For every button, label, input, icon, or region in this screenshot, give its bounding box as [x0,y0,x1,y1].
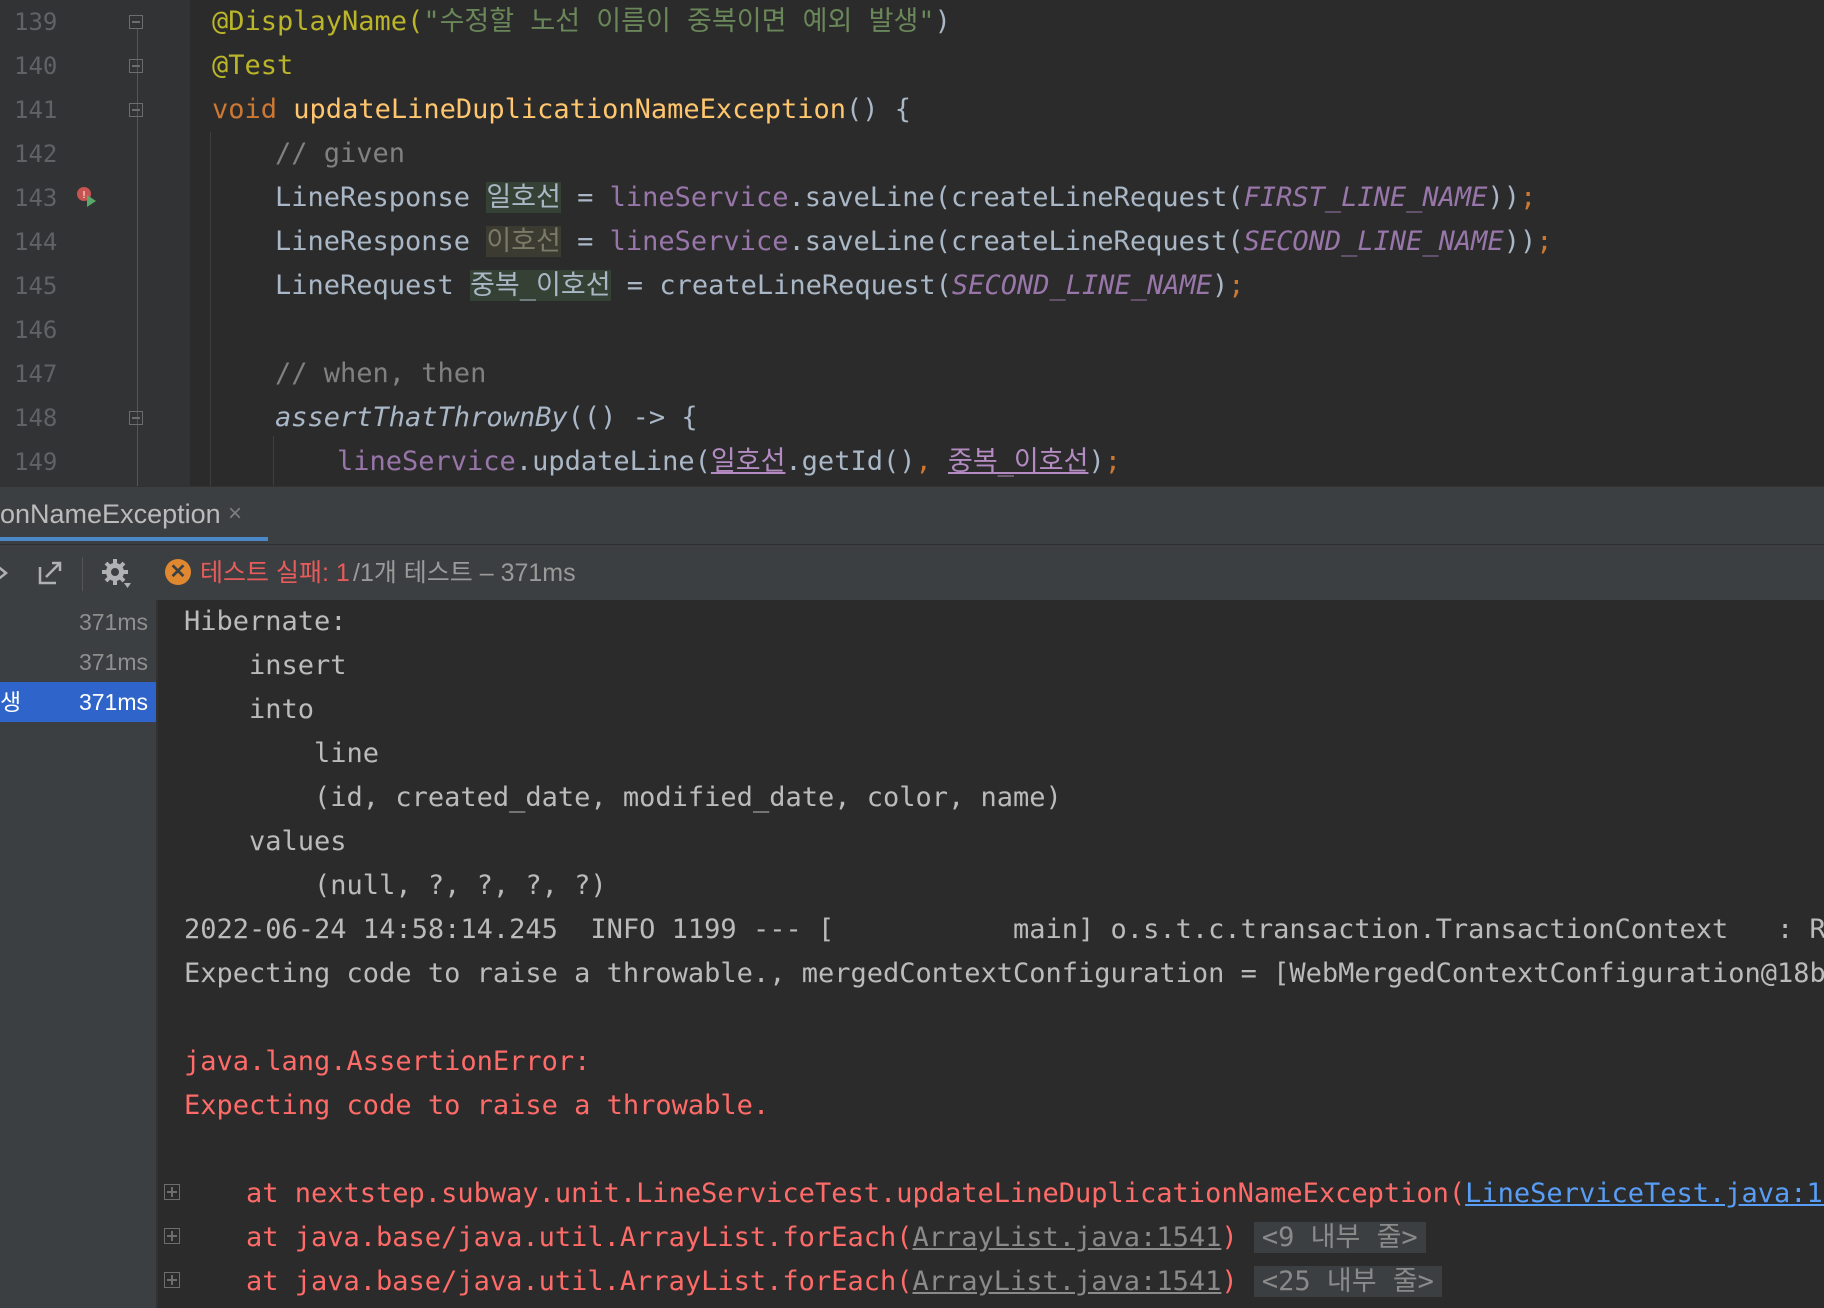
code-line: 147 // when, then [0,352,1824,396]
test-tree-item[interactable]: 371ms [0,602,156,642]
console-line: Hibernate: [184,606,347,637]
error-title: java.lang.AssertionError: [184,1046,607,1077]
expand-icon[interactable] [164,1184,180,1200]
source-link[interactable]: LineServiceTest.java:148 [1465,1178,1824,1209]
code-line: 140 @Test [0,44,1824,88]
line-number: 140 [14,52,58,80]
error-message: Expecting code to raise a throwable. [184,1090,770,1121]
console-line: insert [184,650,347,681]
line-number: 147 [14,360,58,388]
folded-lines-badge[interactable]: <25 내부 줄> [1253,1266,1442,1297]
fold-toggle-icon[interactable] [129,15,143,29]
test-tree-item[interactable]: 371ms [0,642,156,682]
test-toolbar: ✕ 테스트 실패: 1 /1개 테스트 – 371ms [0,544,1824,602]
console-line: 2022-06-24 14:58:14.245 INFO 1199 --- [ … [184,914,1824,945]
line-number: 149 [14,448,58,476]
code-line: 143 LineResponse 일호선 = lineService.saveL… [0,176,1824,220]
code-editor[interactable]: 139 @DisplayName("수정할 노선 이름이 중복이면 예외 발생"… [0,0,1824,486]
stack-frame: at java.base/java.util.ArrayList.forEach… [246,1260,1442,1304]
toolbar-divider [82,557,83,591]
fold-toggle-icon[interactable] [129,103,143,117]
console-line: values [184,826,347,857]
console-line: into [184,694,315,725]
stack-frame: at nextstep.subway.unit.LineServiceTest.… [246,1172,1824,1216]
folded-lines-badge[interactable]: <9 내부 줄> [1253,1222,1426,1253]
line-number: 141 [14,96,58,124]
source-link[interactable]: ArrayList.java:1541 [912,1266,1221,1297]
line-number: 143 [14,184,58,212]
line-number: 144 [14,228,58,256]
code-line: 141 ! void updateLineDuplicationNameExce… [0,88,1824,207]
code-line: 144 LineResponse 이호선 = lineService.saveL… [0,220,1824,264]
test-name: 생 [0,689,22,715]
line-number: 145 [14,272,58,300]
active-tab-indicator [0,537,268,541]
console-line: Expecting code to raise a throwable., me… [184,958,1824,989]
code-line: 142 // given [0,132,1824,176]
close-icon[interactable]: × [228,487,242,541]
collapse-icon[interactable] [0,557,24,589]
test-summary: /1개 테스트 – 371ms [353,559,576,587]
line-number: 146 [14,316,58,344]
console-line: (id, created_date, modified_date, color,… [184,782,1062,813]
fold-toggle-icon[interactable] [129,59,143,73]
code-line: 146 [0,308,1824,352]
source-link[interactable]: ArrayList.java:1541 [912,1222,1221,1253]
expand-icon[interactable] [164,1228,180,1244]
console-line: line [184,738,380,769]
test-duration: 371ms [78,609,148,635]
console-line: (null, ?, ?, ?, ?) [184,870,607,901]
test-duration: 371ms [78,649,148,675]
gear-icon[interactable] [100,557,132,589]
test-duration: 371ms [78,689,148,715]
code-line: 148 assertThatThrownBy(() -> { [0,396,1824,440]
run-tab-bar: onNameException × [0,486,1824,545]
run-tab-label: onNameException [0,499,221,529]
test-tree: 371ms 371ms 생 371ms [0,600,156,1308]
test-fail-count: 테스트 실패: 1 [200,559,350,587]
run-tab[interactable]: onNameException × [0,487,268,541]
expand-icon[interactable] [164,1272,180,1288]
export-icon[interactable] [34,557,66,589]
console-output[interactable]: Hibernate: insert into line (id, created… [158,600,1824,1308]
stack-frame: at java.base/java.util.ArrayList.forEach… [246,1216,1426,1260]
test-tree-item-selected[interactable]: 생 371ms [0,682,156,722]
line-number: 148 [14,404,58,432]
code-line: 145 LineRequest 중복_이호선 = createLineReque… [0,264,1824,308]
code-line: 139 @DisplayName("수정할 노선 이름이 중복이면 예외 발생"… [0,0,1824,44]
error-circle-icon: ✕ [165,559,191,585]
code-line: 149 lineService.updateLine(일호선.getId(), … [0,440,1824,484]
fold-toggle-icon[interactable] [129,411,143,425]
line-number: 139 [14,8,58,36]
line-number: 142 [14,140,58,168]
